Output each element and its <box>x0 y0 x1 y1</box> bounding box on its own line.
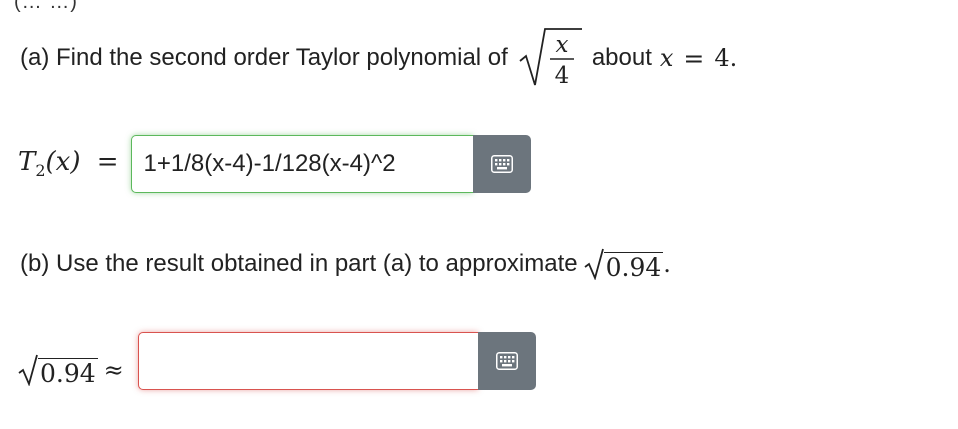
fraction-denominator: 4 <box>554 63 569 89</box>
part-b-text: (b) Use the result obtained in part (a) … <box>20 250 578 277</box>
approx-answer-row: 0.94 ≈ <box>18 331 536 391</box>
radical-sign <box>584 248 604 280</box>
keyboard-icon <box>490 155 513 173</box>
approx-input-group <box>137 332 536 390</box>
about-variable: x <box>659 44 674 72</box>
approx-answer-input[interactable] <box>137 332 478 390</box>
part-a-text: (a) Find the second order Taylor polynom… <box>20 44 508 71</box>
approx-label: 0.94 ≈ <box>18 354 124 386</box>
t2-answer-row: T2(x) = <box>18 134 531 194</box>
sqrt-expression: 0.94 <box>584 248 664 280</box>
radicand: 0.94 <box>38 358 98 388</box>
t2-input-group <box>130 135 531 193</box>
t2-keyboard-button[interactable] <box>472 135 531 193</box>
t2-label: T2(x) = <box>18 147 119 181</box>
about-value: 4. <box>714 44 738 72</box>
radical-sign <box>18 354 38 386</box>
sqrt-expression: 0.94 <box>18 354 98 386</box>
t2-answer-input[interactable] <box>130 135 473 193</box>
radical-sign <box>519 28 582 86</box>
keyboard-icon <box>495 352 518 370</box>
part-b-period: . <box>663 250 671 278</box>
about-text: about <box>591 44 652 71</box>
part-a-question: (a) Find the second order Taylor polynom… <box>20 27 737 89</box>
clipped-top-text: (… …) <box>14 0 78 13</box>
sqrt-fraction: x 4 <box>518 27 582 89</box>
approx-keyboard-button[interactable] <box>477 332 536 390</box>
radicand: 0.94 <box>603 252 664 282</box>
about-equals: = <box>683 43 705 73</box>
part-b-question: (b) Use the result obtained in part (a) … <box>20 242 671 286</box>
approx-symbol: ≈ <box>103 356 124 384</box>
fraction-numerator: x <box>555 32 568 58</box>
